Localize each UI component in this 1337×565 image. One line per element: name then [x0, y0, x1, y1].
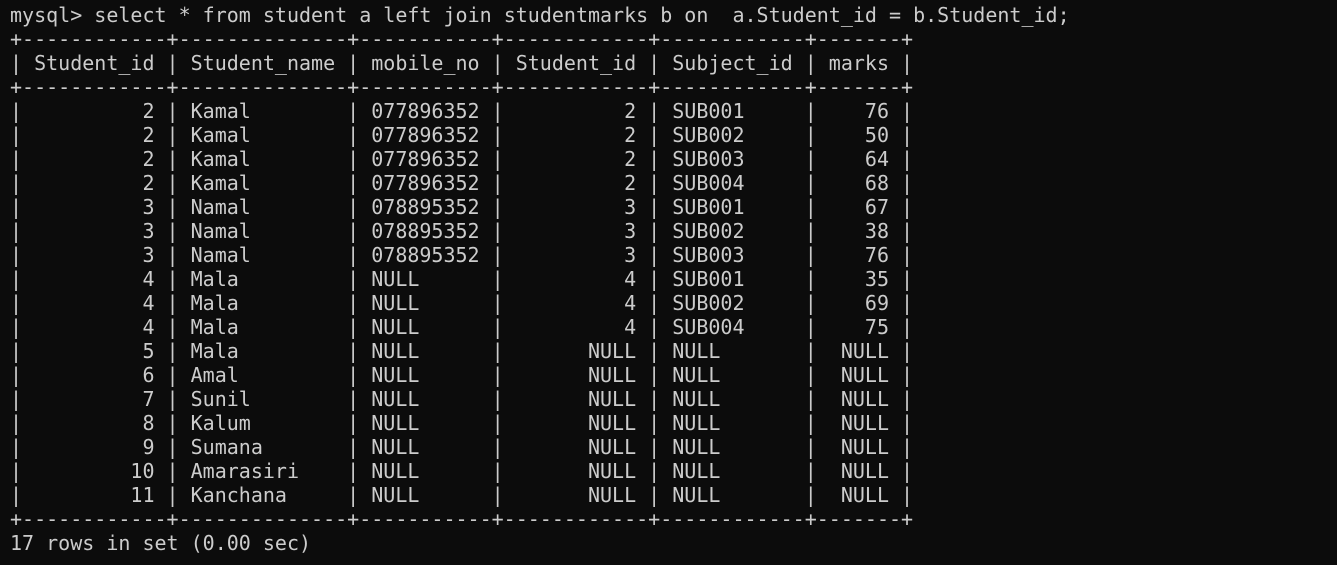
- table-row: | 3 | Namal | 078895352 | 3 | SUB002 | 3…: [10, 219, 914, 243]
- result-table: +------------+--------------+-----------…: [10, 27, 1337, 531]
- table-header-row: | Student_id | Student_name | mobile_no …: [10, 51, 914, 75]
- prompt: mysql>: [10, 3, 95, 27]
- table-border: +------------+--------------+-----------…: [10, 75, 914, 99]
- result-footer: 17 rows in set (0.00 sec): [10, 531, 312, 555]
- table-border: +------------+--------------+-----------…: [10, 507, 914, 531]
- table-row: | 5 | Mala | NULL | NULL | NULL | NULL |: [10, 339, 914, 363]
- table-row: | 9 | Sumana | NULL | NULL | NULL | NULL…: [10, 435, 914, 459]
- table-row: | 4 | Mala | NULL | 4 | SUB004 | 75 |: [10, 315, 914, 339]
- table-row: | 3 | Namal | 078895352 | 3 | SUB003 | 7…: [10, 243, 914, 267]
- table-row: | 2 | Kamal | 077896352 | 2 | SUB001 | 7…: [10, 99, 914, 123]
- table-row: | 4 | Mala | NULL | 4 | SUB002 | 69 |: [10, 291, 914, 315]
- sql-command: select * from student a left join studen…: [94, 3, 1070, 27]
- table-row: | 10 | Amarasiri | NULL | NULL | NULL | …: [10, 459, 914, 483]
- table-row: | 4 | Mala | NULL | 4 | SUB001 | 35 |: [10, 267, 914, 291]
- table-row: | 2 | Kamal | 077896352 | 2 | SUB003 | 6…: [10, 147, 914, 171]
- table-row: | 8 | Kalum | NULL | NULL | NULL | NULL …: [10, 411, 914, 435]
- table-row: | 6 | Amal | NULL | NULL | NULL | NULL |: [10, 363, 914, 387]
- table-row: | 2 | Kamal | 077896352 | 2 | SUB004 | 6…: [10, 171, 914, 195]
- terminal-window[interactable]: mysql> select * from student a left join…: [0, 0, 1337, 565]
- table-row: | 7 | Sunil | NULL | NULL | NULL | NULL …: [10, 387, 914, 411]
- table-border: +------------+--------------+-----------…: [10, 27, 914, 51]
- table-row: | 11 | Kanchana | NULL | NULL | NULL | N…: [10, 483, 914, 507]
- query-line: mysql> select * from student a left join…: [10, 3, 1337, 27]
- table-row: | 2 | Kamal | 077896352 | 2 | SUB002 | 5…: [10, 123, 914, 147]
- table-row: | 3 | Namal | 078895352 | 3 | SUB001 | 6…: [10, 195, 914, 219]
